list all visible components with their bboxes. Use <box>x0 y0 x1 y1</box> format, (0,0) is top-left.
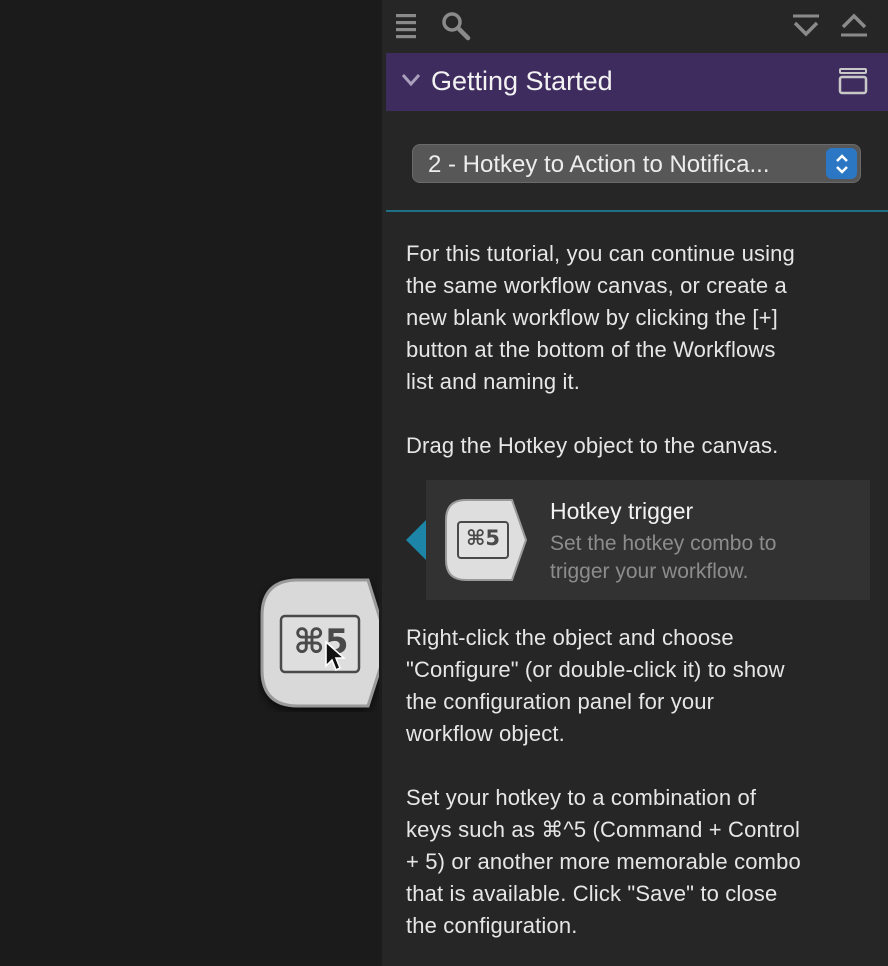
intro-paragraph: For this tutorial, you can continue usin… <box>406 238 876 398</box>
text-line: the same workflow canvas, or create a <box>406 273 787 298</box>
header-divider <box>386 210 888 212</box>
expand-all-icon[interactable] <box>836 8 872 44</box>
chevron-down-icon[interactable] <box>400 71 422 89</box>
text-line: workflow object. <box>406 721 565 746</box>
section-title: Getting Started <box>431 66 613 96</box>
select-arrows-icon[interactable] <box>826 148 857 179</box>
tutorial-select-value: 2 - Hotkey to Action to Notifica... <box>428 151 770 178</box>
text-line: keys such as ⌘^5 (Command + Control <box>406 817 800 842</box>
text-line: the configuration. <box>406 913 578 938</box>
tutorial-select[interactable]: 2 - Hotkey to Action to Notifica... <box>412 144 861 183</box>
drag-instruction: Drag the Hotkey object to the canvas. <box>406 430 876 462</box>
help-panel: Getting Started 2 - Hotkey to Action to … <box>379 0 888 966</box>
cursor-icon <box>325 640 346 672</box>
text-line: "Configure" (or double-click it) to show <box>406 657 785 682</box>
collapse-all-icon[interactable] <box>788 8 824 44</box>
text-line: button at the bottom of the Workflows <box>406 337 776 362</box>
hotkey-card-object[interactable]: ⌘5 <box>444 498 528 587</box>
hotkey-card-icon-label: ⌘5 <box>465 526 501 550</box>
section-header[interactable]: Getting Started <box>386 53 888 111</box>
dragged-object-label: ⌘5 <box>293 622 349 662</box>
text-line: Set the hotkey combo to <box>550 532 777 555</box>
text-line: Set your hotkey to a combination of <box>406 785 757 810</box>
text-line: Drag the Hotkey object to the canvas. <box>406 433 779 458</box>
text-line: the configuration panel for your <box>406 689 715 714</box>
hotkey-trigger-card[interactable]: ⌘5 Hotkey trigger Set the hotkey combo t… <box>426 480 870 600</box>
workflow-canvas[interactable] <box>0 0 379 966</box>
panel-toolbar <box>382 0 888 52</box>
text-line: new blank workflow by clicking the [+] <box>406 305 778 330</box>
card-title: Hotkey trigger <box>550 498 694 524</box>
card-subtitle: Set the hotkey combo to trigger your wor… <box>550 530 850 586</box>
text-line: Right-click the object and choose <box>406 625 734 650</box>
search-icon[interactable] <box>438 8 474 44</box>
card-pointer-arrow <box>406 520 426 560</box>
layout-icon[interactable] <box>837 66 869 96</box>
configure-paragraph: Right-click the object and choose "Confi… <box>406 622 876 750</box>
dragged-hotkey-object[interactable]: ⌘5 <box>258 576 394 717</box>
text-line: trigger your workflow. <box>550 560 749 583</box>
text-line: + 5) or another more memorable combo <box>406 849 801 874</box>
text-line: that is available. Click "Save" to close <box>406 881 778 906</box>
list-icon[interactable] <box>388 8 424 44</box>
set-hotkey-paragraph: Set your hotkey to a combination of keys… <box>406 782 876 942</box>
text-line: For this tutorial, you can continue usin… <box>406 241 795 266</box>
text-line: list and naming it. <box>406 369 581 394</box>
